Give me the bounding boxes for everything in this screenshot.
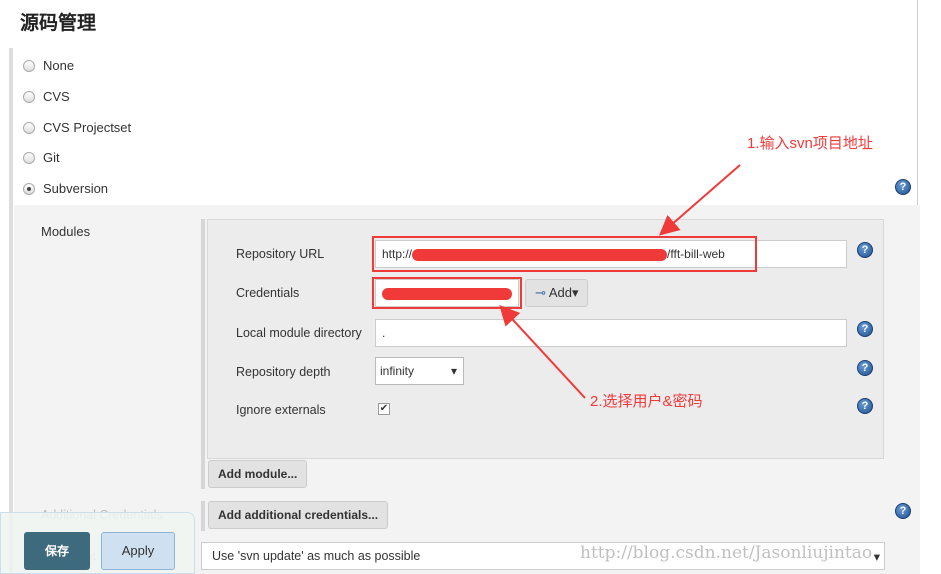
arrow-1 xyxy=(658,164,741,236)
arrow-2 xyxy=(499,305,586,399)
annotation-arrows xyxy=(499,164,741,399)
